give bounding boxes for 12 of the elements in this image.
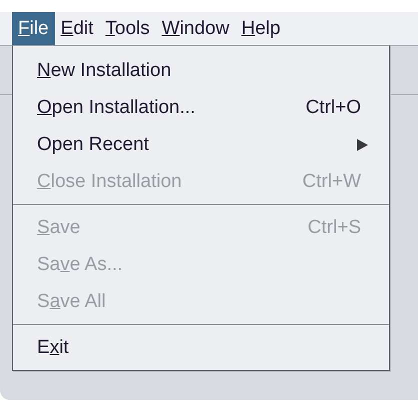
menu-title[interactable]: Edit [54, 12, 100, 45]
shortcut-label: Ctrl+S [308, 216, 361, 238]
shortcut-label: Ctrl+O [306, 96, 361, 118]
menu-title[interactable]: Window [156, 12, 236, 45]
menu-title[interactable]: Help [235, 12, 286, 45]
shortcut-label: Ctrl+W [302, 170, 361, 192]
menu-item[interactable]: Open Recent [13, 126, 389, 163]
menu-item[interactable]: Exit [13, 329, 389, 366]
menu-title[interactable]: File [12, 12, 55, 45]
menu-title[interactable]: Tools [99, 12, 156, 45]
menu-item[interactable]: Open Installation... Ctrl+O [13, 89, 389, 126]
menu-item[interactable]: New Installation [13, 52, 389, 89]
